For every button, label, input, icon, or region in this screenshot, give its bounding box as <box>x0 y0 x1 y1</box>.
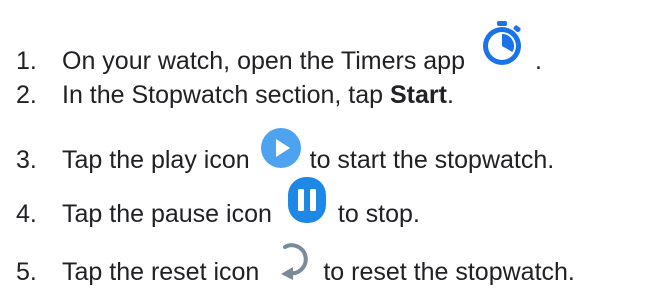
step-number: 5. <box>0 257 62 287</box>
step-5: 5. Tap the reset icon to reset the stopw… <box>0 243 575 296</box>
pause-icon <box>287 177 326 230</box>
step-text-end: . <box>446 81 454 109</box>
step-text: In the Stopwatch section, tap Start. <box>62 80 454 110</box>
reset-icon <box>273 239 313 288</box>
step-number-text: 2. <box>16 81 37 109</box>
start-label: Start <box>389 81 447 109</box>
step-text: Tap the reset icon <box>62 257 260 286</box>
step-number: 4. <box>0 199 62 229</box>
step-text-start: In the Stopwatch section, tap <box>62 81 390 109</box>
step-text-end: to stop. <box>337 199 420 228</box>
step-text: Tap the play icon <box>62 145 250 174</box>
timer-app-icon <box>479 20 525 73</box>
step-text: On your watch, open the Timers app <box>62 46 465 75</box>
step-number-text: 1. <box>16 46 37 75</box>
step-text-end: . <box>535 46 542 75</box>
step-text-end: to start the stopwatch. <box>309 145 555 174</box>
step-2: 2. In the Stopwatch section, tap Start. <box>0 80 454 110</box>
step-number: 1. <box>0 46 62 76</box>
step-text: Tap the pause icon <box>62 199 272 228</box>
step-number-text: 5. <box>16 257 37 286</box>
step-number-text: 3. <box>16 145 37 174</box>
play-icon <box>260 127 302 176</box>
step-4: 4. Tap the pause icon to stop. <box>0 177 420 240</box>
step-3: 3. Tap the play icon to start the stopwa… <box>0 128 555 184</box>
step-number: 3. <box>0 145 62 175</box>
instruction-steps: 1. On your watch, open the Timers app . … <box>0 0 668 296</box>
step-text-end: to reset the stopwatch. <box>323 257 575 286</box>
step-number-text: 4. <box>16 199 37 228</box>
step-number: 2. <box>0 80 62 110</box>
